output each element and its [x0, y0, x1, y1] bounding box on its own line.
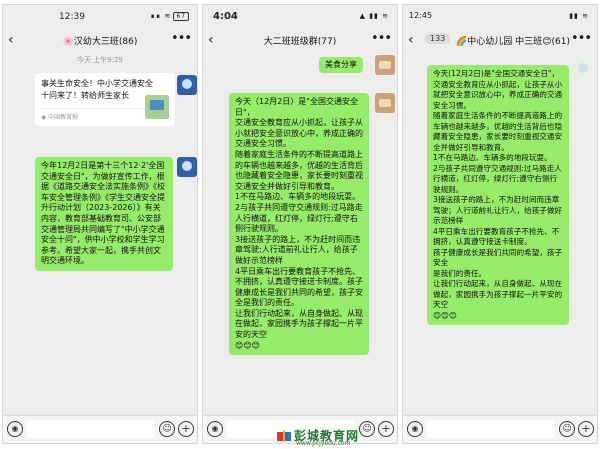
site-watermark: 彭城教育网 www.pcjyedu.com: [276, 428, 456, 447]
chat-message-bubble[interactable]: 美食分享: [319, 57, 363, 73]
chat-title-bar: ‹ 🌸汉幼大三班(86) •••: [3, 27, 197, 55]
book-logo-icon: [277, 430, 291, 442]
status-time: 12:39: [59, 12, 85, 22]
phone-screenshot-1: 12:39 ∎∎ ≋ 67 ‹ 🌸汉幼大三班(86) ••• 今天 上午9:29 …: [2, 4, 198, 444]
shared-article-card[interactable]: 事关生命安全！中小学交通安全十问来了！转给师生家长 ◉ 中国教育报: [35, 73, 175, 126]
message-input[interactable]: [27, 420, 155, 438]
chat-input-bar: ◉ ☺ +: [3, 415, 197, 443]
battery-icon: 67: [173, 12, 189, 21]
message-timestamp: 今天 上午9:29: [77, 56, 123, 64]
avatar[interactable]: [177, 157, 197, 177]
status-icons: ∎∎ ≋ 67: [150, 12, 189, 21]
chat-title-bar: ‹ 133 🌈中心幼儿园 中三班😊(61) •••: [403, 27, 597, 55]
unread-count-badge[interactable]: 133: [425, 33, 451, 44]
emoji-icon[interactable]: ☺: [559, 421, 575, 437]
status-icons: ▮▮ ≋: [569, 12, 589, 20]
status-icons: ▲ ▮▮ ≋: [359, 12, 389, 20]
phone-screenshot-2: 4:04 ▲ ▮▮ ≋ ‹ 大二班班级群(77) ••• 美食分享 今天（12月…: [202, 4, 398, 444]
status-time: 12:45: [409, 11, 433, 20]
chat-message-bubble[interactable]: 今年12月2日是第十三个12·2'全国交通安全日"，为做好宣传工作，根据《道路交…: [35, 157, 173, 271]
status-bar: 4:04 ▲ ▮▮ ≋: [203, 5, 397, 27]
chat-title: 🌸汉幼大三班(86): [27, 34, 173, 47]
status-bar: 12:39 ∎∎ ≋ 67: [3, 5, 197, 27]
plus-icon[interactable]: +: [578, 421, 594, 437]
more-icon[interactable]: •••: [371, 31, 392, 46]
chat-message-bubble[interactable]: 今天(12月2日)是"全国交通安全日"， 交通安全教育应从小抓起，让孩子从小就把…: [427, 65, 569, 325]
article-source-name: 中国教育报: [48, 114, 79, 121]
avatar[interactable]: [375, 93, 395, 113]
status-time: 4:04: [213, 11, 238, 22]
back-arrow-icon[interactable]: ‹: [208, 32, 214, 48]
phone-screenshot-3: 12:45 ▮▮ ≋ ‹ 133 🌈中心幼儿园 中三班😊(61) ••• 今天(…: [402, 4, 598, 444]
more-icon[interactable]: •••: [171, 31, 192, 46]
chat-title: 大二班班级群(77): [263, 37, 337, 47]
member-count: (86): [118, 37, 138, 47]
avatar[interactable]: [573, 59, 593, 79]
avatar[interactable]: [177, 75, 197, 95]
title-emoji: 🌸: [62, 37, 74, 47]
plus-icon[interactable]: +: [178, 421, 194, 437]
back-arrow-icon[interactable]: ‹: [408, 32, 414, 48]
chat-title-bar: ‹ 大二班班级群(77) •••: [203, 27, 397, 55]
emoji-icon[interactable]: ☺: [159, 421, 175, 437]
signal-icon: ∎∎ ≋: [150, 12, 172, 20]
voice-icon[interactable]: ◉: [207, 421, 223, 437]
chat-message-bubble[interactable]: 今天（12月2日）是"全国交通安全日"， 交通安全教育应从小抓起，让孩子从小就把…: [229, 93, 369, 356]
avatar[interactable]: [375, 55, 395, 75]
more-icon[interactable]: •••: [571, 31, 592, 46]
chat-title: 🌈中心幼儿园 中三班😊(61): [456, 37, 570, 47]
article-thumbnail: [145, 95, 169, 119]
voice-icon[interactable]: ◉: [7, 421, 23, 437]
back-arrow-icon[interactable]: ‹: [8, 32, 14, 48]
status-bar: 12:45 ▮▮ ≋: [403, 5, 597, 27]
article-title: 事关生命安全！中小学交通安全十问来了！转给师生家长: [41, 79, 153, 100]
group-name: 汉幼大三班: [73, 37, 119, 47]
watermark-url: www.pcjyedu.com: [296, 440, 351, 447]
